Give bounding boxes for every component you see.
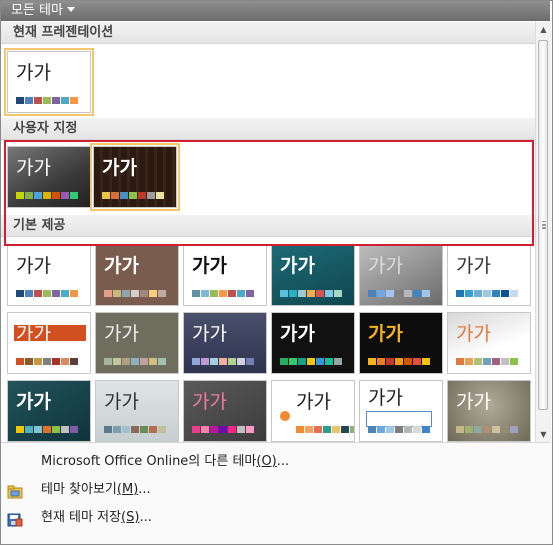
browse-ellipsis: ... — [138, 482, 151, 497]
theme-builtin-18[interactable]: 가가 — [447, 380, 531, 442]
browse-label-text: 테마 찾아보기 — [41, 482, 117, 497]
gallery-menu: Microsoft Office Online의 다른 테마(O)... 테마 … — [1, 442, 550, 543]
theme-color-swatches — [368, 426, 430, 433]
theme-color-swatches — [280, 290, 342, 297]
theme-builtin-2[interactable]: 가가 — [95, 244, 179, 306]
scroll-down-icon[interactable]: ▼ — [536, 427, 551, 442]
theme-sample-text: 가가 — [368, 387, 403, 409]
theme-color-swatches — [104, 358, 166, 365]
gallery-header: 모든 테마 — [1, 1, 550, 21]
theme-color-swatches — [16, 192, 78, 199]
theme-sample-text: 가가 — [102, 157, 137, 179]
theme-builtin-13[interactable]: 가가 — [7, 380, 91, 442]
theme-builtin-15[interactable]: 가가 — [183, 380, 267, 442]
theme-sample-text: 가가 — [280, 255, 315, 277]
theme-sample-text: 가가 — [16, 157, 51, 179]
theme-color-swatches — [104, 426, 166, 433]
menu-online-themes[interactable]: Microsoft Office Online의 다른 테마(O)... — [1, 449, 550, 475]
theme-sample-text: 가가 — [368, 323, 403, 345]
theme-frame-box — [366, 411, 432, 427]
save-label-text: 현재 테마 저장 — [41, 510, 122, 525]
theme-color-swatches — [102, 192, 164, 199]
theme-accent-dot — [280, 411, 290, 421]
theme-sample-text: 가가 — [368, 255, 403, 277]
theme-color-swatches — [16, 358, 78, 365]
theme-builtin-16[interactable]: 가가 — [271, 380, 355, 442]
theme-sample-text: 가가 — [16, 323, 51, 345]
theme-builtin-6[interactable]: 가가 — [447, 244, 531, 306]
theme-builtin-10[interactable]: 가가 — [271, 312, 355, 374]
theme-builtin-8[interactable]: 가가 — [95, 312, 179, 374]
theme-color-swatches — [16, 97, 78, 104]
menu-browse-themes-label: 테마 찾아보기(M)... — [41, 477, 151, 503]
theme-sample-text: 가가 — [456, 323, 491, 345]
theme-builtin-17[interactable]: 가가 — [359, 380, 443, 442]
theme-sample-text: 가가 — [456, 255, 491, 277]
section-builtin: 기본 제공 — [1, 215, 535, 237]
theme-color-swatches — [456, 358, 518, 365]
scroll-grip-icon — [542, 221, 546, 223]
theme-color-swatches — [456, 426, 518, 433]
theme-builtin-1[interactable]: 가가 — [7, 244, 91, 306]
section-current-presentation: 현재 프레젠테이션 — [1, 22, 535, 44]
theme-sample-text: 가가 — [280, 323, 315, 345]
theme-builtin-3[interactable]: 가가 — [183, 244, 267, 306]
menu-save-theme[interactable]: 현재 테마 저장(S)... — [1, 505, 550, 531]
folder-icon — [7, 483, 23, 499]
browse-accelerator: (M) — [116, 482, 139, 497]
all-themes-label: 모든 테마 — [11, 3, 63, 18]
vertical-scrollbar[interactable]: ▲ ▼ — [535, 22, 551, 442]
theme-sample-text: 가가 — [16, 255, 51, 277]
scroll-up-icon[interactable]: ▲ — [536, 22, 551, 37]
theme-sample-text: 가가 — [104, 323, 139, 345]
theme-custom-2[interactable]: 가가 — [90, 143, 180, 211]
scroll-thumb[interactable] — [538, 40, 548, 410]
theme-sample-text: 가가 — [192, 391, 227, 413]
theme-color-swatches — [456, 290, 518, 297]
online-label-text: Microsoft Office Online의 다른 테마 — [41, 454, 257, 469]
theme-current-office[interactable]: 가가 — [4, 48, 94, 116]
save-accelerator: (S) — [121, 510, 140, 525]
theme-sample-text: 가가 — [192, 255, 227, 277]
theme-color-swatches — [192, 290, 254, 297]
chevron-down-icon — [66, 7, 75, 12]
theme-color-swatches — [296, 426, 354, 433]
theme-color-swatches — [280, 358, 342, 365]
save-ellipsis: ... — [139, 510, 152, 525]
online-ellipsis: ... — [276, 454, 290, 469]
theme-builtin-4[interactable]: 가가 — [271, 244, 355, 306]
online-accelerator: (O) — [256, 454, 277, 469]
menu-save-theme-label: 현재 테마 저장(S)... — [41, 505, 152, 531]
theme-sample-text: 가가 — [104, 255, 139, 277]
menu-browse-themes[interactable]: 테마 찾아보기(M)... — [1, 477, 550, 503]
theme-sample-text: 가가 — [16, 391, 51, 413]
theme-color-swatches — [192, 426, 254, 433]
theme-sample-text: 가가 — [456, 391, 491, 413]
theme-builtin-14[interactable]: 가가 — [95, 380, 179, 442]
save-theme-icon — [7, 511, 23, 527]
theme-builtin-5[interactable]: 가가 — [359, 244, 443, 306]
theme-sample-text: 가가 — [192, 323, 227, 345]
theme-builtin-9[interactable]: 가가 — [183, 312, 267, 374]
theme-sample-text: 가가 — [104, 391, 139, 413]
theme-custom-1[interactable]: 가가 — [7, 146, 91, 208]
theme-sample-text: 가가 — [16, 62, 51, 84]
theme-color-swatches — [104, 290, 166, 297]
theme-builtin-7[interactable]: 가가 — [7, 312, 91, 374]
theme-color-swatches — [192, 358, 254, 365]
theme-builtin-11[interactable]: 가가 — [359, 312, 443, 374]
theme-color-swatches — [16, 426, 78, 433]
theme-color-swatches — [368, 290, 430, 297]
theme-color-swatches — [368, 358, 430, 365]
theme-builtin-12[interactable]: 가가 — [447, 312, 531, 374]
section-custom: 사용자 지정 — [1, 118, 535, 140]
theme-gallery-scroll-area: 현재 프레젠테이션 가가 사용자 지정 가가 가가 기본 제공 가가 가가 가가… — [1, 22, 535, 442]
theme-sample-text: 가가 — [296, 391, 331, 413]
all-themes-dropdown[interactable]: 모든 테마 — [5, 2, 81, 20]
theme-color-swatches — [16, 290, 78, 297]
menu-online-themes-label: Microsoft Office Online의 다른 테마(O)... — [41, 449, 289, 475]
